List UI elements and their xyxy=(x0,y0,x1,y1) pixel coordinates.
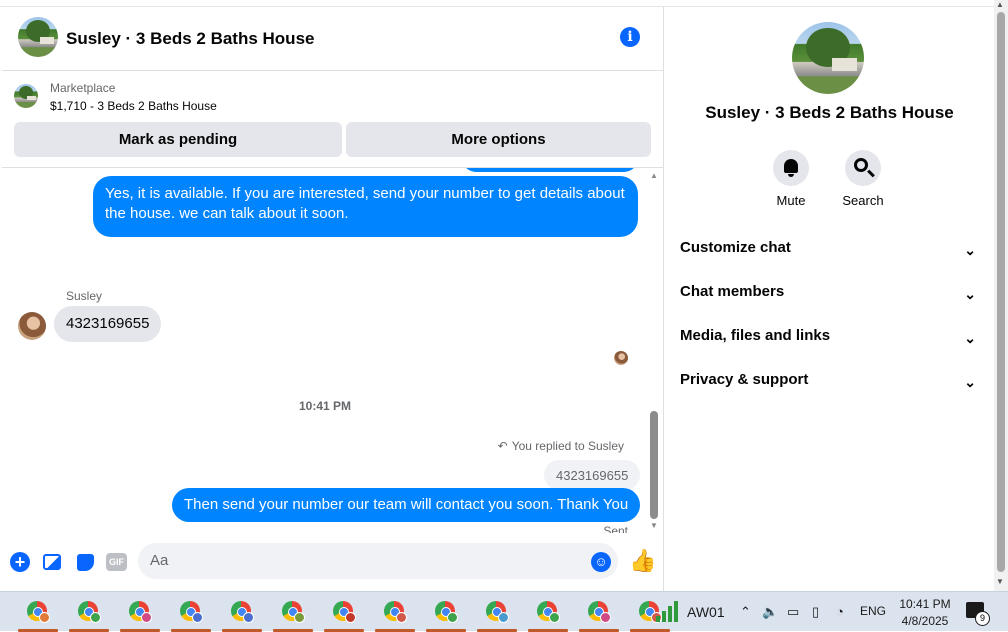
chrome-profile-icon[interactable] xyxy=(586,599,612,625)
chevron-down-icon: ⌄ xyxy=(964,374,976,390)
chrome-profile-icon[interactable] xyxy=(484,599,510,625)
device-icon[interactable]: ▯ xyxy=(812,604,819,620)
mute-button[interactable]: Mute xyxy=(763,150,819,208)
sender-avatar[interactable] xyxy=(18,312,46,340)
battery-icon[interactable]: ▭ xyxy=(787,604,799,620)
composer: + GIF Aa ☺ 👍 xyxy=(2,540,663,590)
clock-time: 10:41 PM xyxy=(899,597,951,611)
previous-message-bubble xyxy=(462,168,638,172)
chrome-profile-icon[interactable] xyxy=(535,599,561,625)
chevron-down-icon: ⌄ xyxy=(964,242,976,258)
section-label: Customize chat xyxy=(680,239,791,256)
message-timestamp: 10:41 PM xyxy=(298,399,352,413)
quoted-message[interactable]: 4323169655 xyxy=(544,460,641,490)
clock[interactable]: 10:41 PM 4/8/2025 xyxy=(895,596,955,630)
incoming-message: 4323169655 xyxy=(54,306,162,342)
message-input[interactable]: Aa xyxy=(138,543,618,579)
section-label: Media, files and links xyxy=(680,327,831,344)
conversation-avatar[interactable] xyxy=(18,17,58,57)
chrome-profile-icon[interactable] xyxy=(76,599,102,625)
listing-thumbnail[interactable] xyxy=(14,84,38,108)
chat-scrollbar-thumb[interactable] xyxy=(650,411,658,519)
chrome-profile-icon[interactable] xyxy=(433,599,459,625)
panel-avatar[interactable] xyxy=(792,22,864,94)
thumbs-up-icon[interactable]: 👍 xyxy=(629,549,656,573)
mute-label: Mute xyxy=(776,193,806,208)
volume-icon[interactable]: 🔈 xyxy=(762,604,778,620)
chevron-down-icon: ⌄ xyxy=(964,286,976,302)
chrome-profile-icon[interactable] xyxy=(382,599,408,625)
outgoing-message: Yes, it is available. If you are interes… xyxy=(93,176,638,237)
seen-indicator-avatar xyxy=(614,351,628,365)
chevron-up-icon[interactable]: ⌃ xyxy=(740,604,751,620)
listing-description[interactable]: $1,710 - 3 Beds 2 Baths House xyxy=(50,99,217,113)
reply-note: ↶ You replied to Susley xyxy=(498,439,624,453)
photo-icon[interactable] xyxy=(41,551,63,573)
section-customize-chat[interactable]: Customize chat ⌄ xyxy=(680,236,980,260)
chrome-profile-icon[interactable] xyxy=(25,599,51,625)
sent-status: Sent xyxy=(603,524,628,533)
section-privacy-support[interactable]: Privacy & support ⌄ xyxy=(680,368,980,392)
network-name[interactable]: AW01 xyxy=(687,604,725,620)
reply-icon: ↶ xyxy=(497,439,508,453)
wifi-icon[interactable]: ◔ xyxy=(836,604,844,619)
sender-name: Susley xyxy=(66,289,103,303)
info-icon[interactable]: i xyxy=(620,27,640,47)
chevron-down-icon: ⌄ xyxy=(964,330,976,346)
search-icon xyxy=(854,158,868,172)
chat-header: Susley · 3 Beds 2 Baths House i xyxy=(2,7,663,71)
window-scrollbar[interactable]: ▲ ▼ xyxy=(994,0,1008,591)
scroll-up-arrow[interactable]: ▲ xyxy=(996,0,1004,9)
chat-column: Susley · 3 Beds 2 Baths House i Marketpl… xyxy=(2,7,664,591)
conversation-info-panel: Susley · 3 Beds 2 Baths House Mute Searc… xyxy=(665,7,994,591)
chrome-profile-icon[interactable] xyxy=(280,599,306,625)
gif-icon[interactable]: GIF xyxy=(106,553,127,571)
messenger-window: Susley · 3 Beds 2 Baths House i Marketpl… xyxy=(0,0,1008,591)
reply-note-text: You replied to Susley xyxy=(511,439,624,453)
language-indicator[interactable]: ENG xyxy=(860,604,886,618)
bell-icon xyxy=(784,159,798,177)
section-label: Privacy & support xyxy=(680,371,809,388)
section-media-files-links[interactable]: Media, files and links ⌄ xyxy=(680,324,980,348)
search-button[interactable]: Search xyxy=(835,150,891,208)
clock-date: 4/8/2025 xyxy=(901,614,949,628)
more-options-button[interactable]: More options xyxy=(346,122,651,157)
notification-count-badge: 9 xyxy=(975,611,990,626)
chrome-profile-icon[interactable] xyxy=(178,599,204,625)
network-signal-icon[interactable] xyxy=(656,600,680,622)
marketplace-label: Marketplace xyxy=(50,81,116,95)
mark-as-pending-button[interactable]: Mark as pending xyxy=(14,122,342,157)
search-label: Search xyxy=(842,193,884,208)
sticker-icon[interactable] xyxy=(74,551,96,573)
taskbar: AW01 ⌃ 🔈 ▭ ▯ ◔ ENG 10:41 PM 4/8/2025 9 xyxy=(0,591,1008,632)
section-chat-members[interactable]: Chat members ⌄ xyxy=(680,280,980,304)
chrome-profile-icon[interactable] xyxy=(331,599,357,625)
chrome-profile-icon[interactable] xyxy=(229,599,255,625)
plus-icon[interactable]: + xyxy=(10,552,30,572)
chrome-profile-icon[interactable] xyxy=(127,599,153,625)
conversation-title[interactable]: Susley · 3 Beds 2 Baths House xyxy=(66,29,314,49)
message-list: Yes, it is available. If you are interes… xyxy=(2,168,663,533)
chat-scroll-up-arrow[interactable]: ▲ xyxy=(648,171,660,183)
scroll-down-arrow[interactable]: ▼ xyxy=(996,577,1004,586)
emoji-icon[interactable]: ☺ xyxy=(591,552,611,572)
marketplace-banner: Marketplace $1,710 - 3 Beds 2 Baths Hous… xyxy=(2,71,663,168)
outgoing-message: Then send your number our team will cont… xyxy=(172,488,641,522)
section-label: Chat members xyxy=(680,283,785,300)
window-scrollbar-thumb[interactable] xyxy=(997,12,1005,572)
panel-title: Susley · 3 Beds 2 Baths House xyxy=(705,103,954,122)
chat-scroll-down-arrow[interactable]: ▼ xyxy=(648,521,660,533)
